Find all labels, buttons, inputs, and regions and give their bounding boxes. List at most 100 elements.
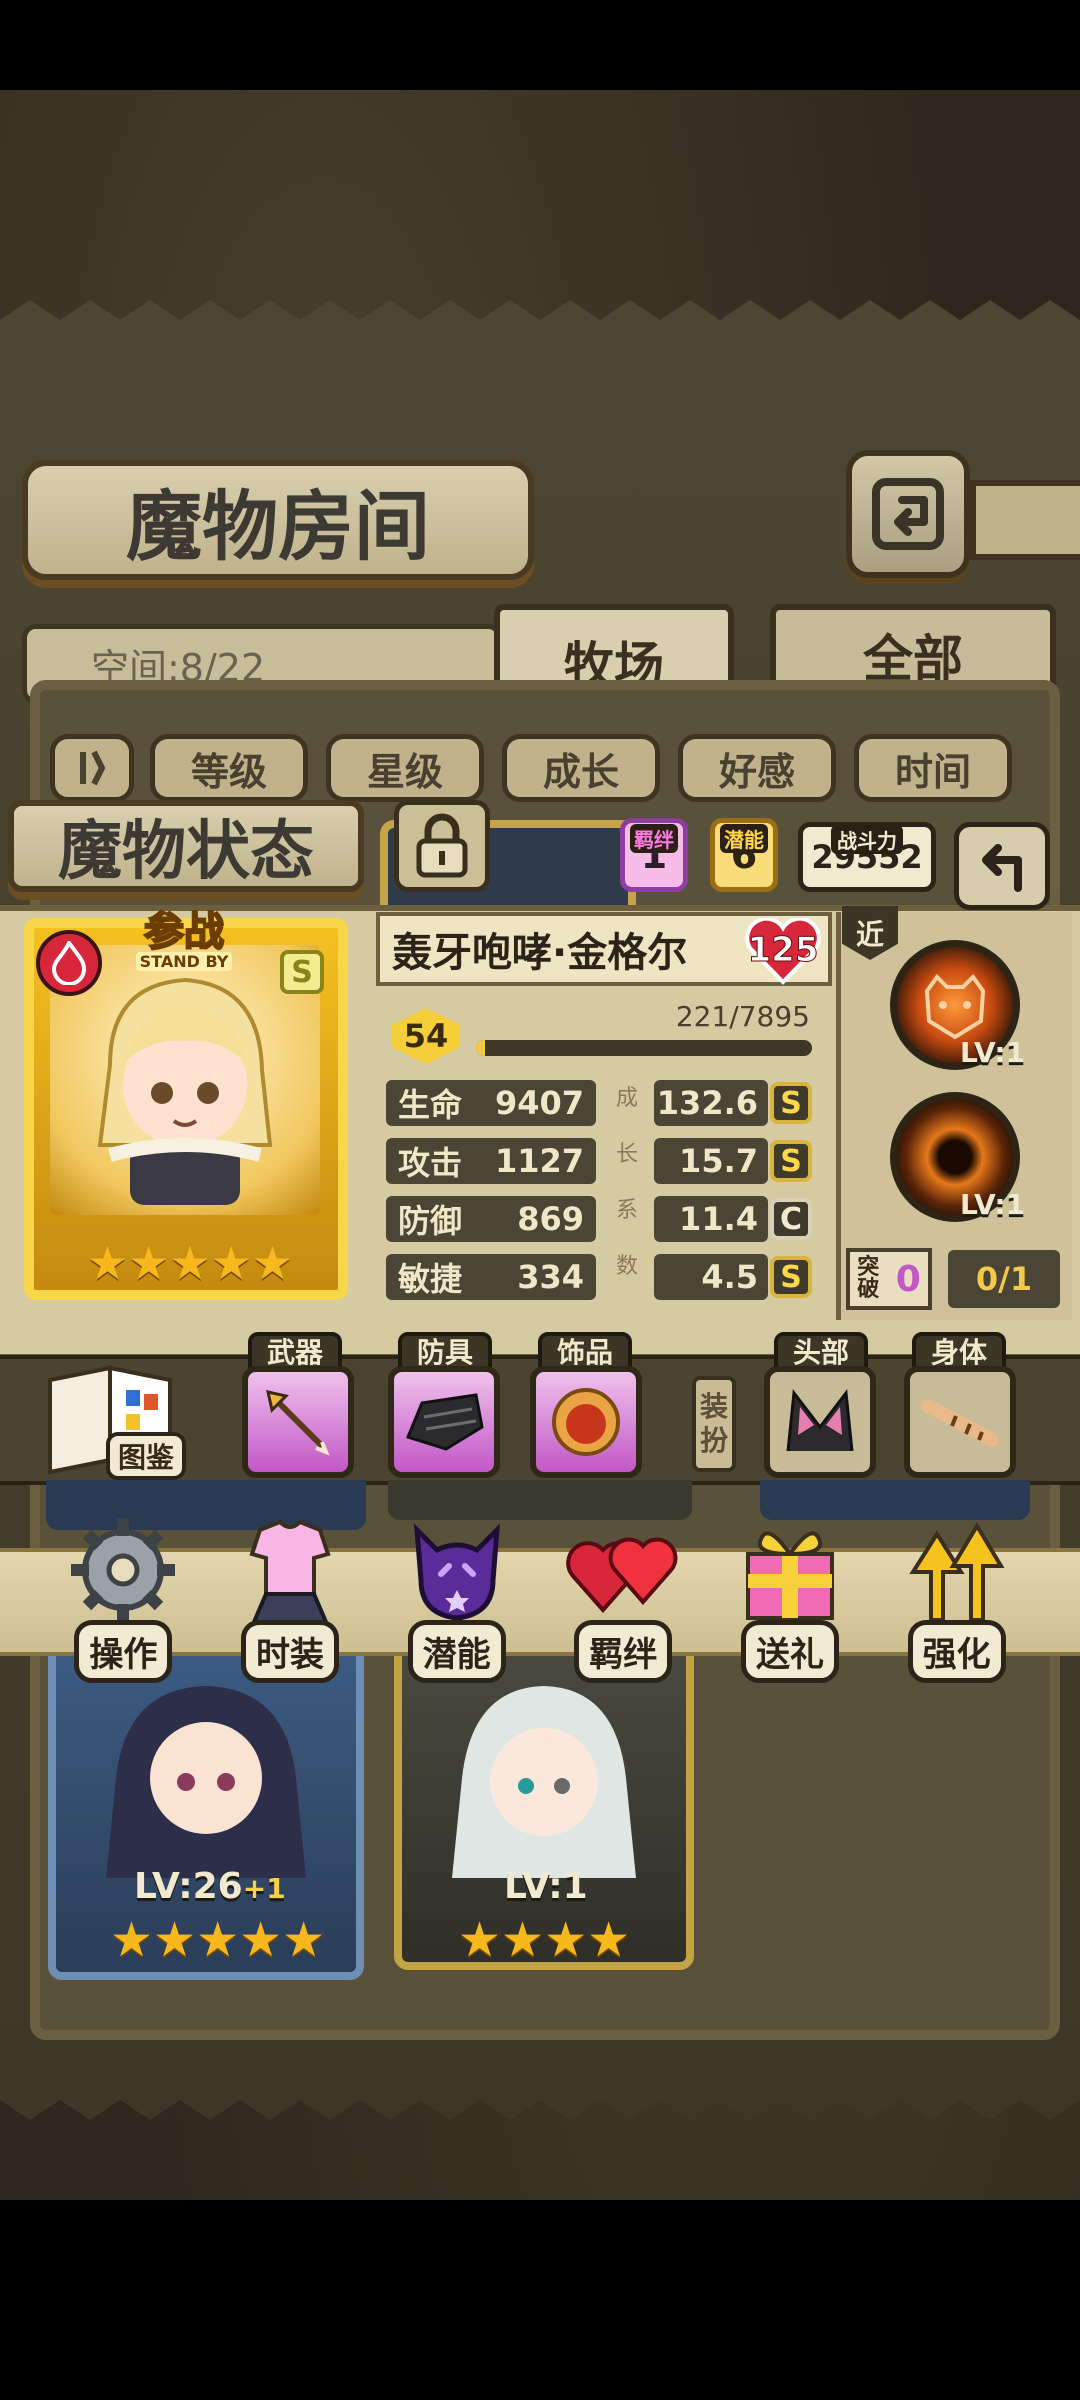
gift-button[interactable]: 送礼 — [720, 1510, 860, 1690]
sort-growth-button[interactable]: 成长 — [502, 734, 660, 802]
rank-badge: S — [280, 950, 324, 994]
accessory-slot[interactable] — [530, 1366, 642, 1478]
stat-row: 敏捷 334 — [386, 1254, 596, 1300]
star-icon: ★ — [210, 1236, 252, 1290]
bond-action-label: 羁绊 — [574, 1620, 673, 1683]
affection-heart: 125 — [744, 918, 822, 985]
page-title: 魔物房间 — [22, 460, 534, 580]
accessory-slot-label: 饰品 — [538, 1332, 632, 1370]
action-buttons: 操作 时装 潜能 羁绊 送礼 强化 — [0, 1510, 1080, 1690]
header-side-panel — [970, 480, 1080, 560]
stat-value: 869 — [517, 1200, 584, 1238]
card-1-stars: ★ ★ ★ ★ ★ — [110, 1912, 325, 1968]
potential-badge[interactable]: 潜能 6 — [710, 818, 778, 892]
growth-rank-badge: C — [770, 1198, 812, 1240]
sort-affection-button[interactable]: 好感 — [678, 734, 836, 802]
breakthrough-value: 0 — [895, 1258, 921, 1300]
sort-time-button[interactable]: 时间 — [854, 734, 1012, 802]
gear-icon — [71, 1518, 176, 1622]
standby-label: 参战 — [143, 909, 225, 955]
return-arrow-icon — [982, 844, 1022, 892]
gift-icon — [745, 1531, 834, 1620]
stat-label: 生命 — [398, 1086, 463, 1124]
sort-icon — [80, 750, 106, 786]
back-button[interactable] — [846, 450, 970, 578]
stat-row: 生命 9407 — [386, 1080, 596, 1126]
spear-icon — [266, 1390, 330, 1456]
growth-value: 132.6 — [656, 1084, 758, 1122]
sort-order-toggle[interactable] — [50, 734, 134, 802]
monster-card-1-art — [106, 1686, 306, 1878]
breakthrough-box: 突破 0 — [846, 1248, 932, 1310]
growth-coefficient-label: 成 长 系 数 — [612, 1080, 642, 1280]
operate-button[interactable]: 操作 — [53, 1510, 193, 1690]
enhance-label: 强化 — [907, 1620, 1006, 1683]
growth-char-3: 系 — [615, 1198, 638, 1223]
body-slot[interactable] — [904, 1366, 1016, 1478]
arrows-up-icon — [908, 1522, 1005, 1622]
potential-button[interactable]: 潜能 — [387, 1510, 527, 1690]
star-icon: ★ — [110, 1912, 154, 1968]
return-icon — [872, 478, 944, 550]
stat-value: 334 — [517, 1258, 584, 1296]
fashion-label: 时装 — [240, 1620, 339, 1683]
status-title: 魔物状态 — [8, 800, 364, 892]
stat-row: 攻击 1127 — [386, 1138, 596, 1184]
demon-icon — [413, 1523, 500, 1621]
star-icon: ★ — [458, 1912, 502, 1968]
growth-rank-badge: S — [770, 1140, 812, 1182]
sort-level-button[interactable]: 等级 — [150, 734, 308, 802]
breakthrough-label: 突破 — [857, 1255, 880, 1302]
exp-text: 221/7895 — [675, 1000, 810, 1033]
stat-growth: 11.4 — [654, 1196, 768, 1242]
star-icon: ★ — [251, 1236, 294, 1290]
codex-button[interactable]: 图鉴 — [40, 1360, 190, 1480]
enhance-button[interactable]: 强化 — [887, 1510, 1027, 1690]
zigzag-bottom-edge — [0, 2060, 1080, 2120]
growth-value: 11.4 — [679, 1200, 758, 1238]
star-icon: ★ — [239, 1912, 283, 1968]
power-label: 战斗力 — [831, 824, 903, 854]
fashion-button[interactable]: 时装 — [220, 1510, 360, 1690]
weapon-slot[interactable] — [242, 1366, 354, 1478]
standby-tag: 参战 STAND BY — [114, 909, 254, 978]
growth-value: 4.5 — [701, 1258, 758, 1296]
star-icon: ★ — [544, 1912, 588, 1968]
bond-badge[interactable]: 羁绊 1 — [620, 818, 688, 892]
fire-element-icon — [36, 930, 102, 996]
growth-rank-badge: S — [770, 1256, 812, 1298]
stat-value: 1127 — [494, 1142, 584, 1180]
card-2-stars: ★ ★ ★ ★ — [458, 1912, 630, 1968]
body-slot-label: 身体 — [912, 1332, 1006, 1370]
star-icon: ★ — [169, 1236, 211, 1290]
sort-star-button[interactable]: 星级 — [326, 734, 484, 802]
star-icon: ★ — [501, 1912, 545, 1968]
lock-button[interactable] — [394, 800, 490, 892]
armor-slot[interactable] — [388, 1366, 500, 1478]
hearts-icon — [566, 1537, 678, 1614]
stat-growth: 4.5 — [654, 1254, 768, 1300]
affection-value: 125 — [747, 930, 819, 971]
breakthrough-progress[interactable]: 0/1 — [948, 1250, 1060, 1308]
card-1-level: LV:26+1 — [134, 1866, 286, 1907]
close-status-button[interactable] — [954, 822, 1050, 910]
growth-char-4: 数 — [615, 1254, 638, 1279]
nav-bar-area — [0, 2200, 1080, 2400]
growth-value: 15.7 — [679, 1142, 758, 1180]
gauntlet-icon — [405, 1393, 484, 1451]
stat-value: 9407 — [494, 1084, 584, 1122]
head-slot[interactable] — [764, 1366, 876, 1478]
bond-button[interactable]: 羁绊 — [553, 1510, 693, 1690]
stat-row: 防御 869 — [386, 1196, 596, 1242]
stat-growth: 132.6 — [654, 1080, 768, 1126]
exp-bar — [476, 1040, 812, 1056]
star-icon: ★ — [587, 1912, 631, 1968]
head-slot-label: 头部 — [774, 1332, 868, 1370]
star-icon: ★ — [153, 1912, 197, 1968]
skill-1-level: LV:1 — [960, 1036, 1026, 1069]
card-2-level: LV:1 — [504, 1866, 588, 1907]
codex-label: 图鉴 — [106, 1432, 187, 1480]
card-1-plus: +1 — [242, 1872, 286, 1905]
operate-label: 操作 — [74, 1620, 173, 1683]
star-icon: ★ — [128, 1236, 170, 1290]
